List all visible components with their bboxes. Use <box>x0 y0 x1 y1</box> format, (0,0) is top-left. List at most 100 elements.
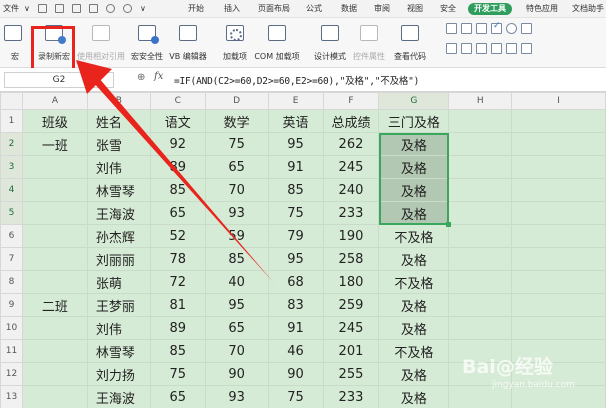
row-header[interactable]: 11 <box>0 339 23 363</box>
cell[interactable]: 王海波 <box>86 385 151 408</box>
cell[interactable] <box>21 178 88 202</box>
cell[interactable]: 72 <box>149 270 206 294</box>
cell[interactable] <box>21 385 88 408</box>
cell[interactable]: 46 <box>267 339 324 363</box>
cell[interactable] <box>511 224 606 248</box>
cell[interactable] <box>448 293 513 317</box>
button-control-icon[interactable] <box>476 23 487 34</box>
cell[interactable]: 张萌 <box>86 270 151 294</box>
cell[interactable]: 93 <box>204 201 269 225</box>
addins-button[interactable]: 加载项 <box>218 20 252 64</box>
cell[interactable]: 89 <box>149 316 206 340</box>
cell[interactable]: 78 <box>149 247 206 271</box>
cell[interactable]: 68 <box>267 270 324 294</box>
cell[interactable] <box>511 201 606 225</box>
cell[interactable]: 英语 <box>267 109 324 133</box>
zoom-icon[interactable]: ⊕ <box>137 72 145 83</box>
cell[interactable]: 190 <box>322 224 380 248</box>
cell[interactable]: 85 <box>204 247 269 271</box>
cell[interactable]: 95 <box>204 293 269 317</box>
cell[interactable]: 及格 <box>378 132 450 156</box>
tab-data[interactable]: 数据 <box>341 3 357 15</box>
tab-view[interactable]: 视图 <box>407 3 423 15</box>
cell[interactable]: 及格 <box>378 155 450 179</box>
cell[interactable] <box>21 270 88 294</box>
name-box[interactable]: G2 <box>4 72 114 88</box>
cell[interactable] <box>448 316 513 340</box>
cell[interactable]: 王海波 <box>86 201 151 225</box>
cell[interactable]: 95 <box>267 132 324 156</box>
tab-home[interactable]: 开始 <box>188 3 204 15</box>
cell[interactable]: 85 <box>267 178 324 202</box>
vb-editor-button[interactable]: VB 编辑器 <box>166 20 210 64</box>
spin-control-icon[interactable] <box>476 43 487 54</box>
cell[interactable]: 不及格 <box>378 224 450 248</box>
row-header[interactable]: 2 <box>0 132 23 156</box>
control-properties-button[interactable]: 控件属性 <box>350 20 388 64</box>
cell[interactable] <box>511 270 606 294</box>
relative-reference-button[interactable]: 使用相对引用 <box>76 20 126 64</box>
cell[interactable]: 及格 <box>378 178 450 202</box>
print-preview-icon[interactable] <box>89 4 98 13</box>
menu-file[interactable]: 文件 <box>3 3 19 15</box>
cell[interactable] <box>448 155 513 179</box>
cell[interactable]: 201 <box>322 339 380 363</box>
cell[interactable] <box>511 155 606 179</box>
chevron-down-icon[interactable]: ∨ <box>24 3 30 15</box>
label-control-icon[interactable] <box>446 23 457 34</box>
cell[interactable]: 65 <box>149 201 206 225</box>
print-icon[interactable] <box>72 4 81 13</box>
column-header-i[interactable]: I <box>511 92 606 110</box>
scrollbar-control-icon[interactable] <box>491 43 502 54</box>
cell[interactable]: 及格 <box>378 293 450 317</box>
cell[interactable]: 65 <box>204 316 269 340</box>
toggle-control-icon[interactable] <box>461 43 472 54</box>
tab-security[interactable]: 安全 <box>440 3 456 15</box>
column-header-f[interactable]: F <box>322 92 380 110</box>
cell[interactable]: 233 <box>322 201 380 225</box>
cell[interactable]: 75 <box>149 362 206 386</box>
cell[interactable]: 70 <box>204 339 269 363</box>
cell[interactable]: 王梦丽 <box>86 293 151 317</box>
cell[interactable] <box>21 201 88 225</box>
row-header[interactable]: 3 <box>0 155 23 179</box>
tab-formulas[interactable]: 公式 <box>306 3 322 15</box>
cell[interactable]: 刘力扬 <box>86 362 151 386</box>
cell[interactable]: 及格 <box>378 247 450 271</box>
tab-review[interactable]: 审阅 <box>374 3 390 15</box>
cell[interactable]: 233 <box>322 385 380 408</box>
row-header[interactable]: 10 <box>0 316 23 340</box>
cell[interactable]: 85 <box>149 339 206 363</box>
cell[interactable] <box>448 132 513 156</box>
cell[interactable]: 52 <box>149 224 206 248</box>
cell[interactable]: 总成绩 <box>322 109 380 133</box>
cell[interactable] <box>448 201 513 225</box>
row-header[interactable]: 13 <box>0 385 23 408</box>
cell[interactable]: 91 <box>267 155 324 179</box>
cell[interactable] <box>511 247 606 271</box>
cell[interactable]: 65 <box>149 385 206 408</box>
cell[interactable]: 刘伟 <box>86 155 151 179</box>
save-icon[interactable] <box>38 4 47 13</box>
tab-insert[interactable]: 插入 <box>224 3 240 15</box>
cell[interactable]: 林雪琴 <box>86 178 151 202</box>
cell[interactable] <box>511 132 606 156</box>
more-controls-icon[interactable] <box>521 43 532 54</box>
listbox-control-icon[interactable] <box>521 23 532 34</box>
cell[interactable] <box>21 247 88 271</box>
cell[interactable]: 91 <box>267 316 324 340</box>
cell[interactable] <box>448 270 513 294</box>
row-header[interactable]: 8 <box>0 270 23 294</box>
row-header[interactable]: 12 <box>0 362 23 386</box>
cell[interactable] <box>448 224 513 248</box>
cell[interactable]: 240 <box>322 178 380 202</box>
column-header-a[interactable]: A <box>21 92 88 110</box>
export-icon[interactable] <box>55 4 64 13</box>
macro-security-button[interactable]: 宏安全性 <box>128 20 166 64</box>
design-mode-button[interactable]: 设计模式 <box>312 20 348 64</box>
cell[interactable]: 59 <box>204 224 269 248</box>
com-addins-button[interactable]: COM 加载项 <box>252 20 302 64</box>
cell[interactable]: 一班 <box>21 132 88 156</box>
cell[interactable]: 三门及格 <box>378 109 450 133</box>
cell[interactable] <box>448 109 513 133</box>
